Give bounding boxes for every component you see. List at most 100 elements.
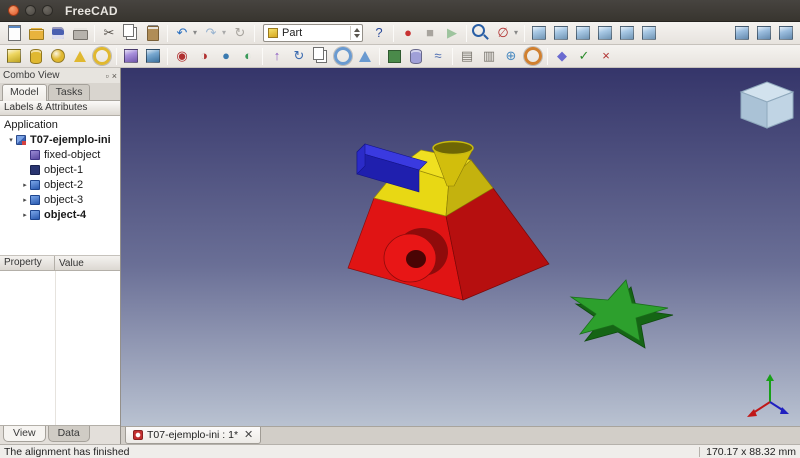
cut-icon[interactable]: ✂ (99, 23, 119, 43)
tree-item-object-4[interactable]: ▸ object-4 (0, 207, 120, 222)
workbench-selected-label: Part (282, 27, 350, 39)
tab-view[interactable]: View (3, 426, 46, 442)
redo-dropdown-icon[interactable]: ▾ (220, 23, 228, 43)
open-folder-icon[interactable] (26, 23, 46, 43)
part-cone-icon[interactable] (70, 46, 90, 66)
close-tab-icon[interactable]: ✕ (244, 430, 253, 440)
combo-dropdown-arrows[interactable] (350, 26, 360, 40)
maximize-button[interactable] (42, 5, 53, 16)
toolbar-row-1: ✂↶▾↷▾↻Part?●■▶∅▾ (0, 22, 800, 45)
part-check-geometry-icon[interactable]: ✓ (574, 46, 594, 66)
toolbar-separator (254, 25, 255, 42)
tab-model[interactable]: Model (2, 84, 47, 101)
draw-style-dropdown-icon[interactable]: ▾ (512, 23, 520, 43)
tab-data[interactable]: Data (48, 426, 90, 442)
view-right-icon[interactable] (595, 23, 615, 43)
part-mirror-icon[interactable] (311, 46, 331, 66)
3d-viewport[interactable] (121, 68, 800, 426)
tree-item-document[interactable]: ▾ T07-ejemplo-ini (0, 132, 120, 147)
part-shape-builder-icon[interactable] (143, 46, 163, 66)
float-panel-icon[interactable]: ▫ (106, 71, 109, 81)
workbench-selector[interactable]: Part (263, 24, 363, 42)
expand-arrow-icon[interactable]: ▸ (20, 181, 30, 189)
close-panel-icon[interactable]: × (112, 71, 117, 81)
part-fillet-icon[interactable] (333, 46, 353, 66)
view-isometric-icon[interactable] (529, 23, 549, 43)
undo-icon[interactable]: ↶ (172, 23, 192, 43)
toolbar-separator (393, 25, 394, 42)
part-chamfer-icon[interactable] (355, 46, 375, 66)
view-top-icon[interactable] (573, 23, 593, 43)
draw-style-icon[interactable]: ∅ (493, 23, 513, 43)
part-thickness-icon[interactable] (523, 46, 543, 66)
part-loft-icon[interactable] (406, 46, 426, 66)
copy-icon[interactable] (121, 23, 141, 43)
paste-icon[interactable] (143, 23, 163, 43)
part-revolve-icon[interactable]: ↻ (289, 46, 309, 66)
part-sphere-icon[interactable] (48, 46, 68, 66)
navigation-cube[interactable] (741, 82, 793, 128)
part-sweep-icon[interactable]: ≈ (428, 46, 448, 66)
freecad-doc-icon (133, 430, 143, 440)
part-ruled-surface-icon[interactable] (384, 46, 404, 66)
tab-tasks[interactable]: Tasks (48, 84, 91, 100)
tree-item-object-2[interactable]: ▸ object-2 (0, 177, 120, 192)
macro-play-icon[interactable]: ▶ (442, 23, 462, 43)
part-box-icon[interactable] (4, 46, 24, 66)
part-cross-sections-icon[interactable]: ▥ (479, 46, 499, 66)
macro-record-icon[interactable]: ● (398, 23, 418, 43)
view-extra-2-icon[interactable] (754, 23, 774, 43)
toolbar-separator (547, 48, 548, 65)
view-extra-1-icon[interactable] (732, 23, 752, 43)
part-offset-icon[interactable]: ⊕ (501, 46, 521, 66)
part-defeaturing-icon[interactable]: × (596, 46, 616, 66)
expand-arrow-icon[interactable]: ▸ (20, 196, 30, 204)
property-table-body[interactable] (0, 271, 120, 426)
titlebar: FreeCAD (0, 0, 800, 22)
save-icon[interactable] (48, 23, 68, 43)
tree-item-application[interactable]: Application (0, 117, 120, 132)
tree-item-object-3[interactable]: ▸ object-3 (0, 192, 120, 207)
part-compound-icon[interactable]: ◆ (552, 46, 572, 66)
workbench-part-icon (268, 28, 278, 38)
document-tab[interactable]: T07-ejemplo-ini : 1* ✕ (125, 427, 261, 444)
part-torus-icon[interactable] (92, 46, 112, 66)
value-column-header: Value (55, 258, 120, 269)
macro-stop-icon[interactable]: ■ (420, 23, 440, 43)
expand-arrow-icon[interactable]: ▾ (6, 136, 16, 144)
3d-canvas[interactable] (121, 68, 800, 426)
part-cylinder-icon[interactable] (26, 46, 46, 66)
part-section-icon[interactable]: ▤ (457, 46, 477, 66)
new-document-icon[interactable] (4, 23, 24, 43)
toolbar-separator (262, 48, 263, 65)
redo-icon[interactable]: ↷ (201, 23, 221, 43)
statusbar-divider (699, 447, 700, 457)
toolbar-separator (524, 25, 525, 42)
tree-item-fixed-object[interactable]: fixed-object (0, 147, 120, 162)
view-rear-icon[interactable] (617, 23, 637, 43)
undo-dropdown-icon[interactable]: ▾ (191, 23, 199, 43)
print-icon[interactable] (70, 23, 90, 43)
status-message: The alignment has finished (4, 446, 693, 458)
view-front-icon[interactable] (551, 23, 571, 43)
model-tree[interactable]: Application ▾ T07-ejemplo-ini fixed-obje… (0, 116, 120, 256)
toolbar-separator (466, 25, 467, 42)
part-intersection-icon[interactable]: ◐ (238, 46, 258, 66)
fit-all-icon[interactable] (471, 23, 491, 43)
view-bottom-icon[interactable] (639, 23, 659, 43)
expand-arrow-icon[interactable]: ▸ (20, 211, 30, 219)
minimize-button[interactable] (25, 5, 36, 16)
labels-attributes-header: Labels & Attributes (0, 101, 120, 116)
part-boolean-icon[interactable]: ◉ (172, 46, 192, 66)
refresh-icon[interactable]: ↻ (230, 23, 250, 43)
part-cut-icon[interactable]: ◑ (194, 46, 214, 66)
view-extra-3-icon[interactable] (776, 23, 796, 43)
tree-item-object-1[interactable]: object-1 (0, 162, 120, 177)
part-primitives-icon[interactable] (121, 46, 141, 66)
part-extrude-icon[interactable]: ↑ (267, 46, 287, 66)
window-title: FreeCAD (65, 4, 118, 18)
whats-this-icon[interactable]: ? (369, 23, 389, 43)
part-union-icon[interactable]: ● (216, 46, 236, 66)
model-star[interactable] (571, 280, 673, 348)
close-button[interactable] (8, 5, 19, 16)
